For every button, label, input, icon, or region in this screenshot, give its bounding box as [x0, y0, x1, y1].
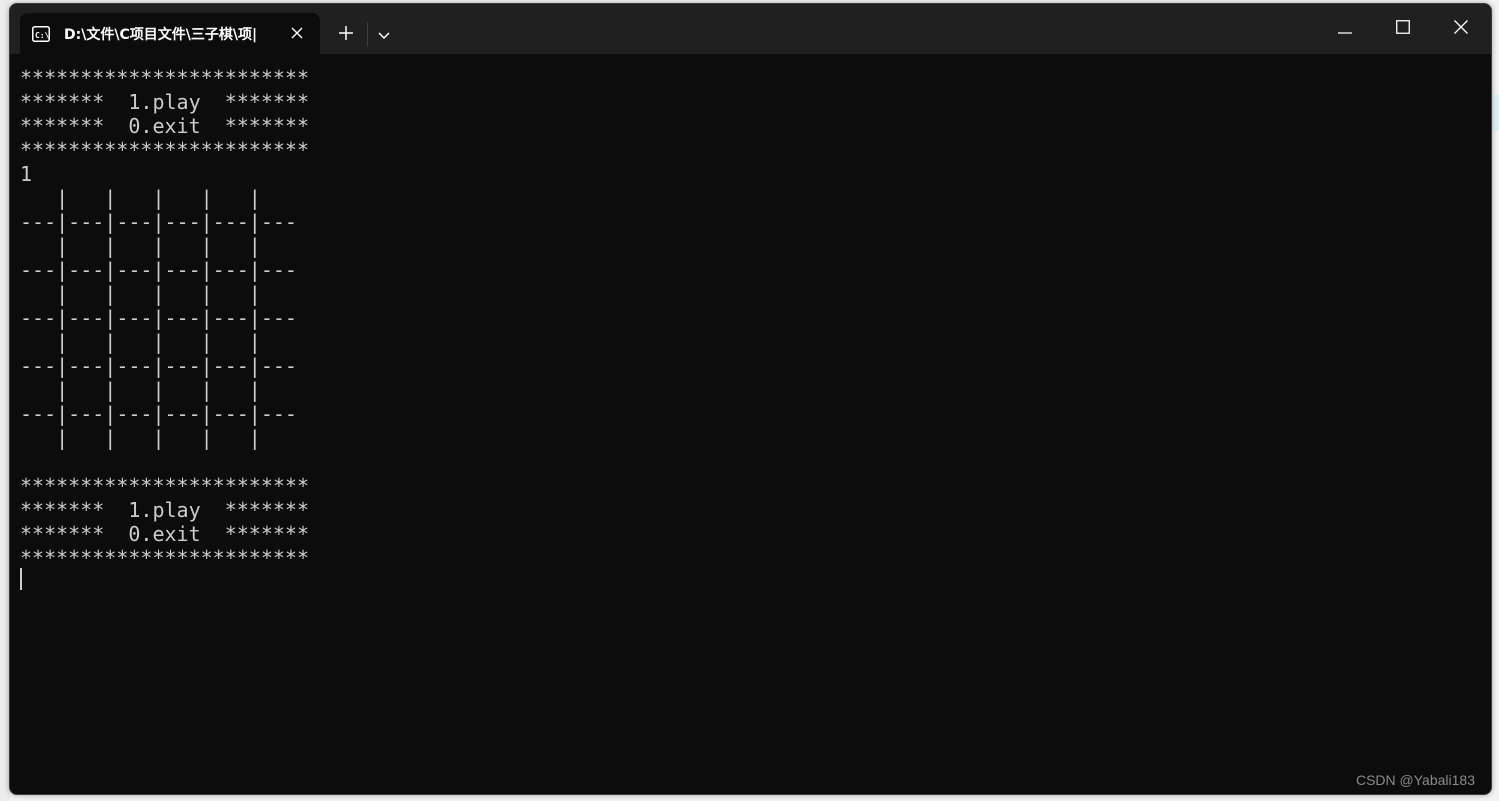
terminal-icon: C:\: [32, 25, 50, 42]
terminal-line: ---|---|---|---|---|---: [20, 354, 297, 378]
tab-dropdown-button[interactable]: [370, 20, 398, 48]
titlebar: C:\ D:\文件\C项目文件\三子棋\项|: [10, 4, 1491, 54]
terminal-output[interactable]: ************************ ******* 1.play …: [20, 66, 309, 570]
terminal-line: ************************: [20, 138, 309, 162]
terminal-line: 1: [20, 162, 33, 186]
terminal-line: ************************: [20, 66, 309, 90]
terminal-line: ************************: [20, 546, 309, 570]
close-icon: [1454, 19, 1468, 38]
maximize-button[interactable]: [1380, 12, 1426, 44]
terminal-line: ******* 0.exit *******: [20, 522, 309, 546]
terminal-line: ---|---|---|---|---|---: [20, 402, 297, 426]
minimize-button[interactable]: [1322, 12, 1368, 44]
plus-icon: [339, 25, 353, 44]
titlebar-divider: [367, 22, 368, 46]
terminal-line: ---|---|---|---|---|---: [20, 210, 297, 234]
tab-close-icon[interactable]: [288, 24, 306, 42]
desktop: C:\ D:\文件\C项目文件\三子棋\项| *****************…: [0, 0, 1499, 801]
terminal-line: ******* 1.play *******: [20, 498, 309, 522]
tab-title: D:\文件\C项目文件\三子棋\项|: [64, 26, 258, 43]
terminal-line: | | | | |: [20, 426, 261, 450]
chevron-down-icon: [378, 25, 390, 44]
terminal-window: C:\ D:\文件\C项目文件\三子棋\项| *****************…: [9, 3, 1492, 795]
terminal-line: ************************: [20, 474, 309, 498]
minimize-icon: [1338, 19, 1352, 38]
terminal-line: | | | | |: [20, 378, 261, 402]
tab-terminal[interactable]: C:\ D:\文件\C项目文件\三子棋\项|: [20, 13, 320, 54]
terminal-line: ---|---|---|---|---|---: [20, 306, 297, 330]
terminal-line: ******* 0.exit *******: [20, 114, 309, 138]
svg-text:C:\: C:\: [35, 31, 50, 40]
close-button[interactable]: [1438, 12, 1484, 44]
maximize-icon: [1396, 19, 1410, 38]
terminal-line: | | | | |: [20, 234, 261, 258]
terminal-line: ---|---|---|---|---|---: [20, 258, 297, 282]
text-cursor: [20, 568, 22, 590]
terminal-line: | | | | |: [20, 282, 261, 306]
terminal-line: | | | | |: [20, 330, 261, 354]
terminal-line: ******* 1.play *******: [20, 90, 309, 114]
watermark: CSDN @Yabali183: [1355, 772, 1475, 788]
terminal-line: | | | | |: [20, 186, 261, 210]
new-tab-button[interactable]: [332, 20, 360, 48]
